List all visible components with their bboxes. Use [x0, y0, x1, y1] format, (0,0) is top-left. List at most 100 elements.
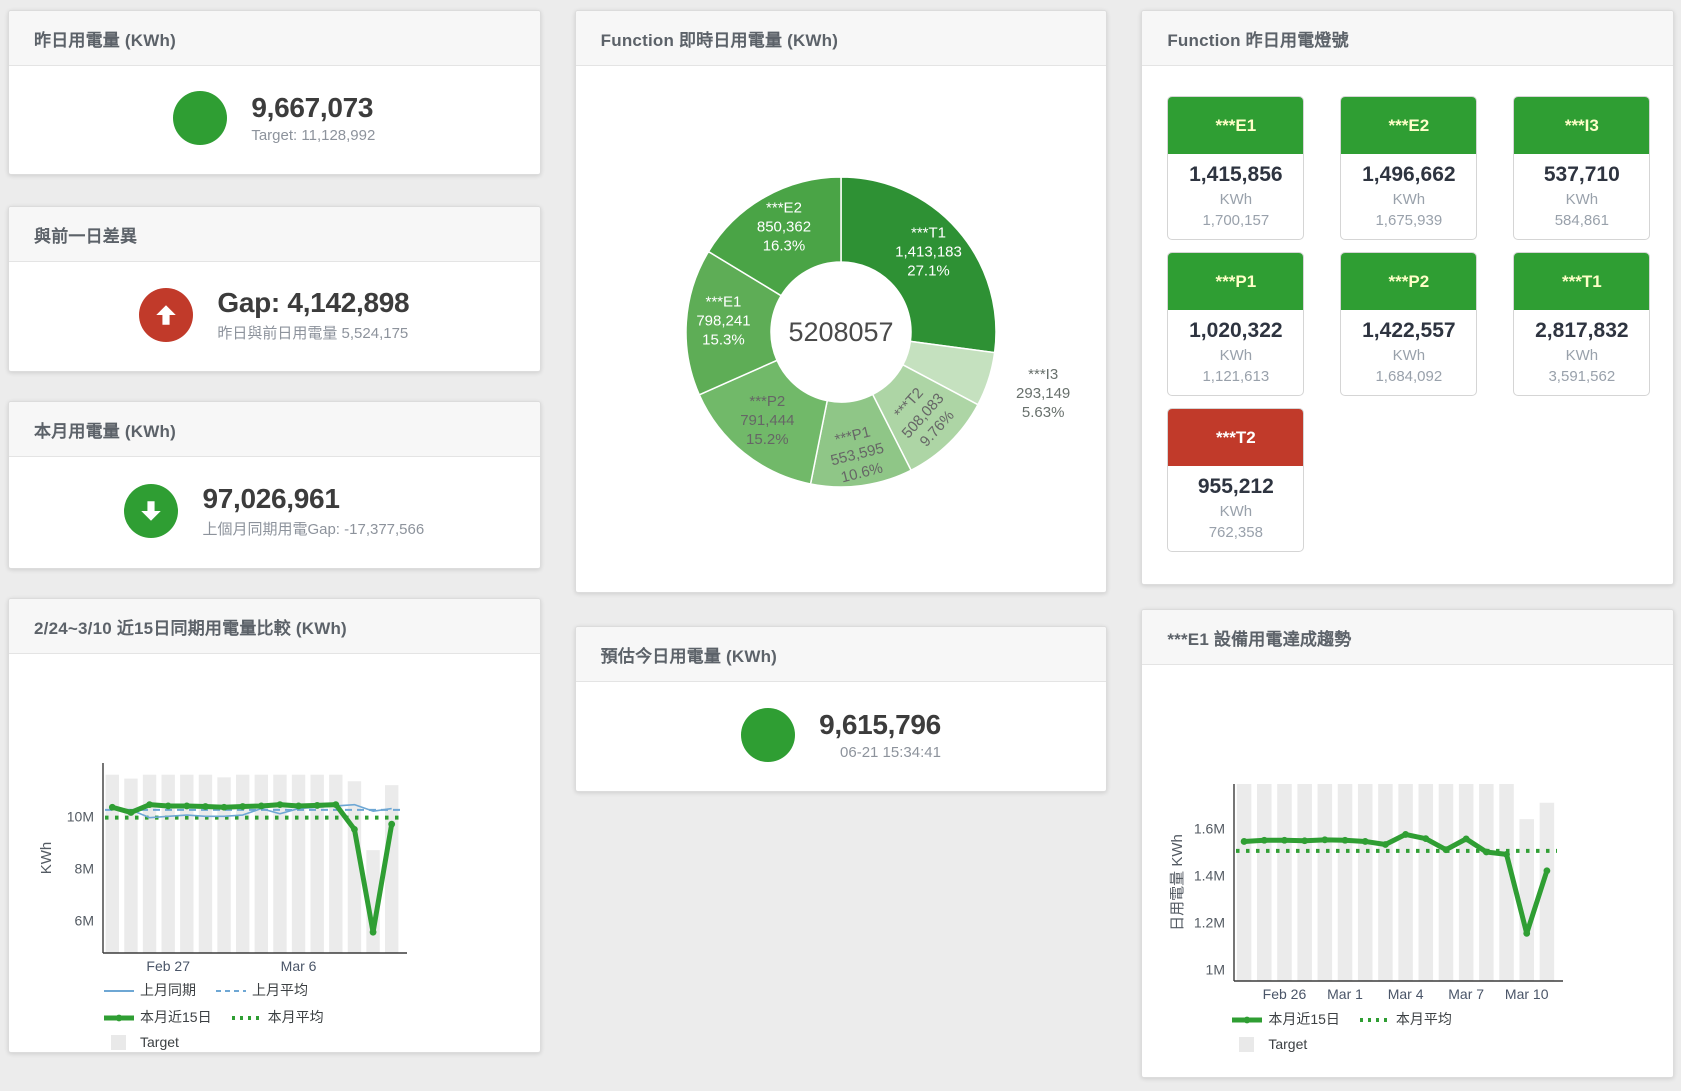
data-point: [128, 809, 135, 816]
target-bar: [1520, 819, 1535, 981]
data-point: [1362, 838, 1369, 845]
down-arrow-icon: [124, 484, 178, 538]
x-tick-label: Feb 27: [146, 958, 190, 974]
legend-swatch-dashed-icon: [216, 983, 246, 998]
trend-chart-legend: 本月近15日 本月平均 Target: [1232, 1009, 1532, 1052]
legend-item: 本月平均: [1360, 1009, 1452, 1029]
tile-unit: KWh: [1516, 347, 1647, 364]
data-point: [1503, 851, 1510, 858]
legend-item: Target: [1232, 1036, 1307, 1052]
target-bar: [1439, 784, 1454, 981]
compare-chart-legend: 上月同期 上月平均本月近15日本月平均 Target: [104, 980, 354, 1050]
panel-title: Function 即時日用電量 (KWh): [601, 26, 838, 51]
data-point: [239, 803, 246, 810]
panel-title: Function 昨日用電燈號: [1167, 26, 1348, 51]
legend-label: 本月平均: [1396, 1009, 1452, 1029]
tile-value: 1,422,557: [1343, 319, 1474, 343]
status-tiles-grid: ***E11,415,856KWh1,700,157 ***E2 1,496,662…: [1142, 66, 1673, 552]
target-bar: [106, 775, 119, 953]
tile-name: ***T1: [1514, 253, 1649, 310]
tile-target: 762,358: [1170, 524, 1301, 541]
status-tile: ***P21,422,557KWh1,684,092: [1340, 252, 1477, 396]
stat-value: 9,667,073: [251, 92, 375, 124]
status-tile: ***E11,415,856KWh1,700,157: [1167, 96, 1304, 240]
y-tick-label: 1.2M: [1194, 914, 1225, 930]
target-bar: [1338, 784, 1353, 981]
x-tick-label: Mar 7: [1449, 986, 1485, 1001]
legend-swatch-dotted-icon: [232, 1010, 262, 1025]
tile-value: 1,496,662: [1343, 163, 1474, 187]
donut-slice-label: ***I3293,1495.63%: [1016, 366, 1070, 421]
data-point: [1463, 835, 1470, 842]
panel-title: 與前一日差異: [34, 222, 137, 247]
panel-title: 2/24~3/10 近15日同期用電量比較 (KWh): [34, 614, 347, 639]
panel-header: Function 昨日用電燈號: [1142, 11, 1673, 66]
tile-name: ***E2: [1341, 97, 1476, 154]
legend-label: 上月平均: [252, 980, 308, 1000]
up-arrow-icon: [139, 288, 193, 342]
data-point: [1483, 849, 1490, 856]
target-bar: [217, 777, 230, 953]
panel-header: Function 即時日用電量 (KWh): [576, 11, 1107, 66]
column-middle: Function 即時日用電量 (KWh) ***T11,413,18327.1…: [575, 10, 1108, 792]
data-point: [1302, 837, 1309, 844]
data-point: [165, 803, 172, 810]
data-point: [370, 929, 377, 936]
target-bar: [1399, 784, 1414, 981]
panel-header: 預估今日用電量 (KWh): [576, 627, 1107, 682]
donut-chart: ***T11,413,18327.1%***I3293,1495.63%***T…: [579, 92, 1103, 562]
data-point: [1382, 841, 1389, 848]
tile-unit: KWh: [1170, 503, 1301, 520]
panel-yesterday-usage: 昨日用電量 (KWh) 9,667,073 Target: 11,128,992: [8, 10, 541, 175]
data-point: [1423, 835, 1430, 842]
tile-unit: KWh: [1170, 191, 1301, 208]
panel-e1-trend-chart: ***E1 設備用電達成趨勢 1M1.2M1.4M1.6M日用電量 KWhFeb…: [1141, 609, 1674, 1078]
data-point: [351, 826, 358, 833]
status-circle-icon: [173, 91, 227, 145]
donut-center-total: 5208057: [788, 317, 893, 347]
tile-name: ***P1: [1168, 253, 1303, 310]
status-circle-icon: [741, 708, 795, 762]
stat-subtitle: 上個月同期用電Gap: -17,377,566: [202, 518, 424, 539]
panel-title: 昨日用電量 (KWh): [34, 26, 176, 51]
compare-chart-svg: 6M8M10MKWhFeb 27Mar 6: [9, 654, 539, 976]
tile-value: 2,817,832: [1516, 319, 1647, 343]
stat-subtitle: Target: 11,128,992: [251, 127, 375, 144]
column-left: 昨日用電量 (KWh) 9,667,073 Target: 11,128,992…: [8, 10, 541, 1053]
stat-value: Gap: 4,142,898: [217, 287, 409, 319]
target-bar: [1318, 784, 1333, 981]
trend-line-chart: 1M1.2M1.4M1.6M日用電量 KWhFeb 26Mar 1Mar 4Ma…: [1142, 665, 1673, 1001]
stat-value: 9,615,796: [819, 709, 941, 741]
tile-value: 537,710: [1516, 163, 1647, 187]
tile-target: 584,861: [1516, 212, 1647, 229]
data-point: [258, 803, 265, 810]
legend-item: 本月平均: [232, 1007, 324, 1027]
status-tile: ***E21,496,662KWh1,675,939: [1340, 96, 1477, 240]
x-tick-label: Mar 1: [1327, 986, 1363, 1001]
legend-label: Target: [140, 1034, 179, 1050]
target-bar: [161, 775, 174, 953]
tile-unit: KWh: [1343, 191, 1474, 208]
status-tile: ***I3537,710KWh584,861: [1513, 96, 1650, 240]
data-point: [1544, 867, 1551, 874]
y-tick-label: 6M: [75, 912, 94, 928]
panel-header: 昨日用電量 (KWh): [9, 11, 540, 66]
tile-value: 1,020,322: [1170, 319, 1301, 343]
legend-swatch-thick-icon: [1232, 1012, 1262, 1027]
data-point: [183, 803, 190, 810]
panel-month-usage: 本月用電量 (KWh) 97,026,961 上個月同期用電Gap: -17,3…: [8, 401, 541, 569]
panel-today-estimate: 預估今日用電量 (KWh) 9,615,796 06-21 15:34:41: [575, 626, 1108, 792]
target-bar: [1278, 784, 1293, 981]
data-point: [1322, 836, 1329, 843]
legend-label: 本月近15日: [140, 1007, 212, 1027]
legend-label: 上月同期: [140, 980, 196, 1000]
data-point: [1241, 838, 1248, 845]
stat-subtitle: 昨日與前日用電量 5,524,175: [217, 322, 409, 343]
y-axis-label: KWh: [38, 842, 55, 875]
target-bar: [180, 775, 193, 953]
status-tile: ***P11,020,322KWh1,121,613: [1167, 252, 1304, 396]
target-bar: [1419, 784, 1434, 981]
legend-item: 本月近15日: [1232, 1009, 1340, 1029]
data-point: [295, 803, 302, 810]
target-bar: [1358, 784, 1373, 981]
